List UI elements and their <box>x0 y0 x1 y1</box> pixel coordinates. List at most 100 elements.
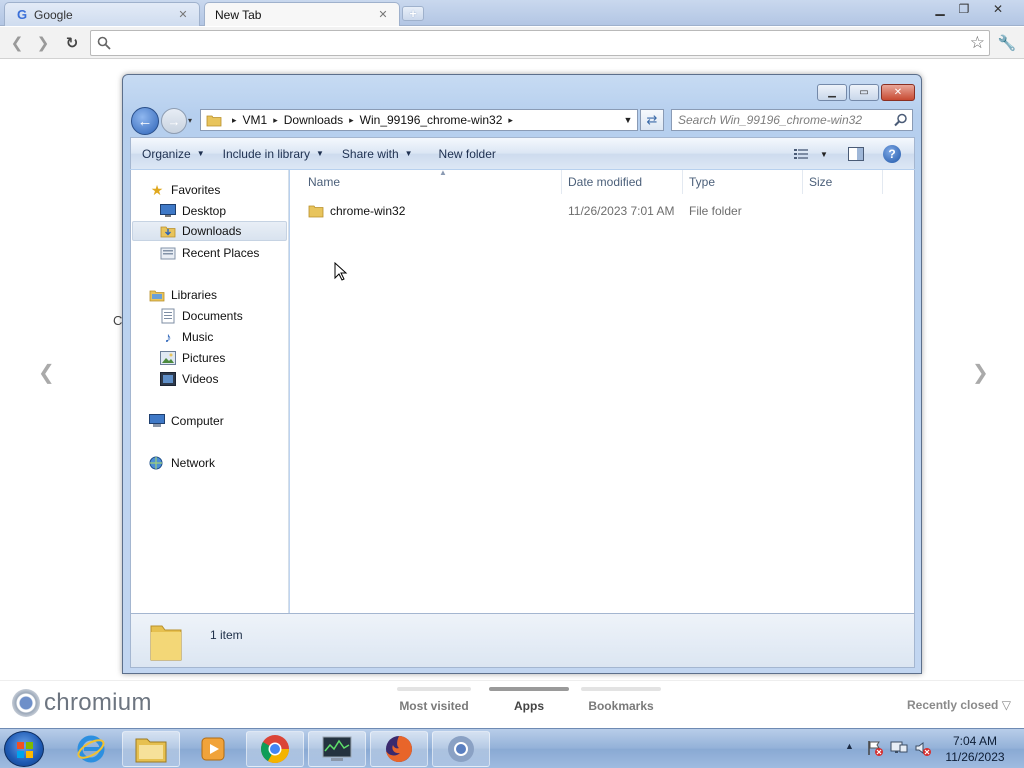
explorer-minimize-button[interactable]: ▁ <box>817 84 847 101</box>
sidebar-item-videos[interactable]: Videos <box>160 369 218 389</box>
address-history-dropdown-icon[interactable]: ▼ <box>619 115 637 125</box>
explorer-window: ▁ ▭ ✕ ← → ▾ ▸ VM1 ▸ Downloads ▸ Win_9919… <box>122 74 922 674</box>
breadcrumb-item-current[interactable]: Win_99196_chrome-win32 <box>360 113 503 127</box>
sidebar-item-computer[interactable]: Computer <box>149 411 224 431</box>
action-center-icon[interactable] <box>866 739 884 760</box>
preview-pane-icon <box>848 147 864 161</box>
new-tab-button[interactable]: + <box>402 6 424 21</box>
change-view-button[interactable]: ▼ <box>791 138 831 170</box>
show-hidden-icons-icon[interactable]: ▲ <box>845 741 854 751</box>
chevron-down-icon: ▼ <box>196 149 205 158</box>
breadcrumb-separator-icon[interactable]: ▸ <box>508 115 513 126</box>
table-row[interactable]: chrome-win32 11/26/2023 7:01 AM File fol… <box>290 200 915 222</box>
explorer-search-input[interactable] <box>678 112 888 128</box>
sidebar-item-label: Favorites <box>171 183 221 197</box>
sidebar-item-network[interactable]: Network <box>149 453 215 473</box>
omnibox[interactable]: ☆ <box>90 30 990 56</box>
explorer-search-box[interactable] <box>671 109 913 131</box>
recent-pages-dropdown-icon[interactable]: ▾ <box>188 116 198 126</box>
chevron-down-icon: ▼ <box>316 149 324 158</box>
taskbar-firefox[interactable] <box>370 731 428 767</box>
organize-menu[interactable]: Organize ▼ <box>133 138 214 169</box>
column-header-type[interactable]: Type <box>683 170 803 194</box>
breadcrumb-separator-icon[interactable]: ▸ <box>232 115 237 126</box>
windows-logo-icon <box>17 742 33 758</box>
forward-icon[interactable]: ❯ <box>32 33 54 53</box>
column-header-name[interactable]: Name ▲ <box>302 168 562 194</box>
include-in-library-menu[interactable]: Include in library ▼ <box>214 138 333 169</box>
column-header-size[interactable]: Size <box>803 170 883 194</box>
breadcrumb-item-downloads[interactable]: Downloads <box>284 113 343 127</box>
new-folder-label: New folder <box>438 146 496 161</box>
wrench-icon[interactable]: 🔧 <box>996 33 1018 53</box>
search-icon <box>894 113 907 127</box>
system-clock[interactable]: 7:04 AM 11/26/2023 <box>940 733 1010 765</box>
sidebar-item-recent-places[interactable]: Recent Places <box>160 243 259 263</box>
reload-icon[interactable]: ↻ <box>61 33 83 53</box>
desktop-icon <box>160 203 176 219</box>
sidebar-item-favorites[interactable]: ★ Favorites <box>149 180 221 200</box>
sort-ascending-icon: ▲ <box>439 168 447 177</box>
start-button[interactable] <box>4 731 44 767</box>
sidebar-item-pictures[interactable]: Pictures <box>160 348 225 368</box>
ntp-tab-bookmarks[interactable]: Bookmarks <box>581 687 661 713</box>
recent-places-icon <box>160 245 176 261</box>
column-header-label: Name <box>308 175 341 189</box>
help-button[interactable]: ? <box>879 138 905 170</box>
sidebar-item-label: Libraries <box>171 288 218 302</box>
volume-muted-icon[interactable] <box>914 739 932 760</box>
taskbar-chromium[interactable] <box>432 731 490 767</box>
firefox-icon <box>386 736 412 762</box>
taskbar-file-explorer[interactable] <box>122 731 180 767</box>
breadcrumb-separator-icon[interactable]: ▸ <box>349 115 354 126</box>
tab-new-tab[interactable]: New Tab ✕ <box>204 2 400 26</box>
recently-closed-menu[interactable]: Recently closed ▽ <box>907 698 1011 712</box>
tab-strip: G Google ✕ New Tab ✕ + ▁ ❐ ✕ <box>0 0 1024 26</box>
share-with-menu[interactable]: Share with ▼ <box>333 138 422 169</box>
ntp-tab-apps[interactable]: Apps <box>489 687 569 713</box>
file-list-pane: Name ▲ Date modified Type Size chrome-wi… <box>290 168 915 613</box>
recently-closed-label: Recently closed <box>907 698 999 712</box>
breadcrumb-item-vm1[interactable]: VM1 <box>243 113 268 127</box>
sidebar-item-music[interactable]: ♪ Music <box>160 327 214 347</box>
explorer-close-button[interactable]: ✕ <box>881 84 915 101</box>
column-header-date-modified[interactable]: Date modified <box>562 170 683 194</box>
sidebar-item-label: Network <box>171 456 216 470</box>
network-icon[interactable] <box>890 739 908 760</box>
tab-close-icon[interactable]: ✕ <box>177 8 189 21</box>
ntp-tab-label: Bookmarks <box>588 699 654 713</box>
breadcrumb[interactable]: ▸ VM1 ▸ Downloads ▸ Win_99196_chrome-win… <box>200 109 638 131</box>
sidebar-item-desktop[interactable]: Desktop <box>160 201 226 221</box>
taskbar-media-player[interactable] <box>184 731 242 767</box>
back-icon[interactable]: ❮ <box>6 33 28 53</box>
window-minimize-button[interactable]: ▁ <box>928 0 952 18</box>
explorer-forward-button[interactable]: → <box>161 108 187 134</box>
sidebar-item-libraries[interactable]: Libraries <box>149 285 217 305</box>
star-icon[interactable]: ☆ <box>970 33 985 53</box>
new-folder-button[interactable]: New folder <box>430 138 505 169</box>
command-bar: Organize ▼ Include in library ▼ Share with… <box>130 137 915 169</box>
ntp-prev-page-icon[interactable]: ❮ <box>38 360 55 385</box>
taskbar-chrome[interactable] <box>246 731 304 767</box>
breadcrumb-separator-icon[interactable]: ▸ <box>273 115 278 126</box>
tab-google[interactable]: G Google ✕ <box>4 2 200 26</box>
sidebar-item-documents[interactable]: Documents <box>160 306 243 326</box>
sidebar-item-label: Pictures <box>182 351 226 365</box>
file-name: chrome-win32 <box>330 204 406 218</box>
omnibox-input[interactable] <box>117 34 957 52</box>
ntp-tab-most-visited[interactable]: Most visited <box>397 687 471 713</box>
explorer-maximize-button[interactable]: ▭ <box>849 84 879 101</box>
taskbar-task-manager[interactable] <box>308 731 366 767</box>
window-close-button[interactable]: ✕ <box>978 0 1018 18</box>
preview-pane-button[interactable] <box>843 138 869 170</box>
window-restore-button[interactable]: ❐ <box>952 0 976 18</box>
explorer-back-button[interactable]: ← <box>131 107 159 135</box>
file-explorer-icon <box>135 738 167 763</box>
sidebar-item-downloads[interactable]: Downloads <box>132 221 287 241</box>
taskbar-internet-explorer[interactable] <box>62 731 120 767</box>
file-name-cell[interactable]: chrome-win32 <box>308 200 405 222</box>
chevron-down-icon: ▼ <box>404 149 413 158</box>
refresh-button[interactable]: ⇄ <box>640 109 664 131</box>
tab-close-icon[interactable]: ✕ <box>377 8 389 21</box>
ntp-next-page-icon[interactable]: ❯ <box>972 360 989 385</box>
